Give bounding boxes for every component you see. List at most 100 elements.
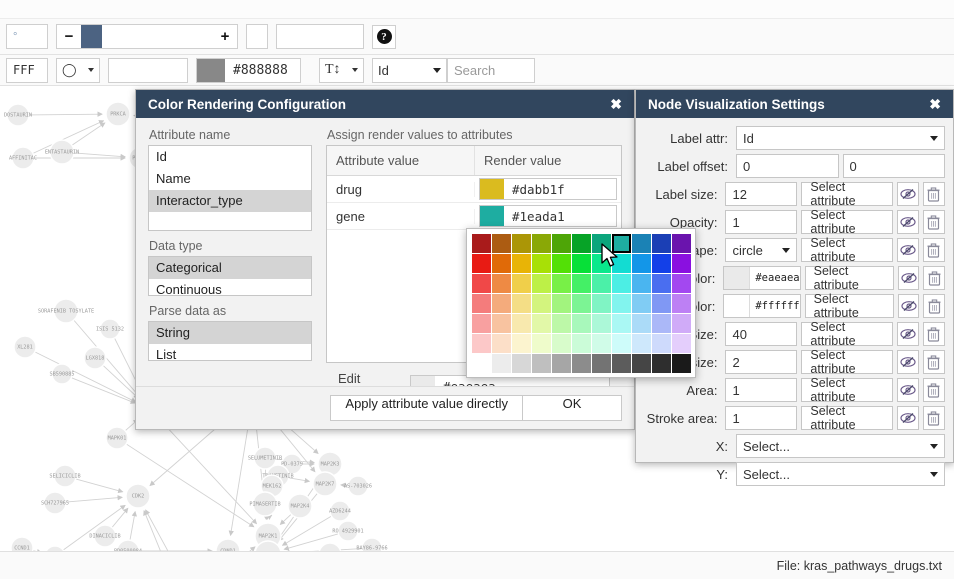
edge-color-field[interactable]: FFF [6, 57, 48, 83]
hide-toggle-button[interactable] [896, 350, 919, 374]
color-swatch-2-2[interactable] [511, 273, 531, 293]
color-swatch-6-8[interactable] [631, 353, 651, 373]
graph-node[interactable]: MAP2K7 [312, 471, 338, 497]
graph-node[interactable]: MAP2K4 [287, 493, 313, 519]
render-color-swatch[interactable] [480, 206, 504, 226]
dropdown-x[interactable]: Select... [736, 434, 945, 458]
zoom-slider[interactable]: − + [56, 24, 238, 49]
graph-node[interactable]: DOSTAURIN [4, 103, 32, 127]
graph-node[interactable]: MAPK01 [105, 426, 129, 450]
color-swatch-1-10[interactable] [671, 253, 691, 273]
hide-toggle-button[interactable] [896, 406, 919, 430]
delete-button[interactable] [923, 266, 946, 290]
input-stroke-size[interactable]: 2 [725, 350, 798, 374]
color-swatch-5-3[interactable] [531, 333, 551, 353]
color-swatch-4-9[interactable] [651, 313, 671, 333]
color-swatch-1-1[interactable] [491, 253, 511, 273]
graph-node[interactable]: CCND1 [10, 536, 34, 551]
graph-node[interactable]: SELICICLIB [49, 464, 81, 488]
color-swatch-5-1[interactable] [491, 333, 511, 353]
hide-toggle-button[interactable] [897, 294, 920, 318]
delete-button[interactable] [922, 238, 945, 262]
color-swatch-3-8[interactable] [631, 293, 651, 313]
color-swatch-1-6[interactable] [591, 253, 611, 273]
select-attribute-button-stroke-area[interactable]: Select attribute [801, 404, 893, 432]
color-swatch-4-4[interactable] [551, 313, 571, 333]
color-swatch-0-4[interactable] [551, 233, 571, 253]
angle-field[interactable]: ° [6, 24, 48, 49]
delete-button[interactable] [922, 182, 945, 206]
select-attribute-button-opacity[interactable]: Select attribute [801, 208, 893, 236]
dropdown-y[interactable]: Select... [736, 462, 945, 486]
parse-data-as-listbox[interactable]: String List [148, 321, 312, 362]
hide-toggle-button[interactable] [896, 378, 919, 402]
color-swatch-6-9[interactable] [651, 353, 671, 373]
graph-node[interactable]: PD0500084 [114, 539, 142, 551]
table-row[interactable]: gene #1eada1 [327, 203, 621, 230]
input-label-offset-y[interactable]: 0 [842, 154, 945, 178]
zoom-slider-track[interactable] [81, 25, 213, 48]
render-color-swatch[interactable] [480, 179, 504, 199]
color-swatch-5-5[interactable] [571, 333, 591, 353]
graph-node[interactable]: SORAFENIB TOSYLATE [38, 298, 94, 324]
color-swatch-5-4[interactable] [551, 333, 571, 353]
color-swatch-1-0[interactable] [471, 253, 491, 273]
color-swatch-0-0[interactable] [471, 233, 491, 253]
color-swatch-2-5[interactable] [571, 273, 591, 293]
render-color-field[interactable]: #1eada1 [479, 205, 617, 227]
text-size-dropdown[interactable]: T↕ [319, 57, 364, 83]
color-swatch-0-2[interactable] [511, 233, 531, 253]
delete-button[interactable] [922, 378, 945, 402]
color-swatch-0-8[interactable] [631, 233, 651, 253]
color-swatch-5-6[interactable] [591, 333, 611, 353]
graph-node[interactable]: SCH727965 [41, 491, 69, 515]
graph-node[interactable]: RO 4929901 [332, 520, 364, 542]
hide-toggle-button[interactable] [896, 322, 919, 346]
color-swatch-1-4[interactable] [551, 253, 571, 273]
graph-node[interactable]: LGX818 [83, 346, 107, 370]
color-swatch-0-6[interactable] [591, 233, 611, 253]
attribute-option-id[interactable]: Id [149, 146, 311, 168]
node-color-control[interactable]: #888888 [196, 57, 301, 83]
color-swatch-color[interactable] [724, 267, 751, 289]
color-swatch-6-4[interactable] [551, 353, 571, 373]
color-swatch-2-3[interactable] [531, 273, 551, 293]
color-swatch-4-3[interactable] [531, 313, 551, 333]
attribute-option-interactor_type[interactable]: Interactor_type [149, 190, 311, 212]
data-type-option-categorical[interactable]: Categorical [149, 257, 311, 279]
color-swatch-3-5[interactable] [571, 293, 591, 313]
color-field-color[interactable]: #eaeaea [723, 266, 801, 290]
color-swatch-1-5[interactable] [571, 253, 591, 273]
color-swatch-3-7[interactable] [611, 293, 631, 313]
color-swatch-2-4[interactable] [551, 273, 571, 293]
graph-node[interactable]: CDND1 [215, 538, 241, 551]
attribute-option-name[interactable]: Name [149, 168, 311, 190]
hide-toggle-button[interactable] [896, 238, 919, 262]
shape-dropdown[interactable]: ◯ [56, 57, 100, 83]
color-swatch-4-0[interactable] [471, 313, 491, 333]
graph-node[interactable]: DABRAFENIB MESYLATE [300, 542, 359, 551]
color-swatch-4-6[interactable] [591, 313, 611, 333]
color-dialog-titlebar[interactable]: Color Rendering Configuration ✖ [136, 90, 634, 118]
color-swatch-1-3[interactable] [531, 253, 551, 273]
help-button[interactable]: ? [372, 24, 396, 49]
color-picker-popup[interactable] [466, 228, 696, 378]
color-swatch-6-1[interactable] [491, 353, 511, 373]
apply-attribute-value-directly-button[interactable]: Apply attribute value directly [330, 395, 523, 421]
delete-button[interactable] [923, 294, 946, 318]
color-swatch-1-9[interactable] [651, 253, 671, 273]
input-size[interactable]: 40 [725, 322, 798, 346]
graph-node[interactable]: PRKCA [105, 101, 131, 127]
close-icon[interactable]: ✖ [929, 97, 941, 111]
color-swatch-6-5[interactable] [571, 353, 591, 373]
color-swatch-6-6[interactable] [591, 353, 611, 373]
color-swatch-4-1[interactable] [491, 313, 511, 333]
color-swatch-5-0[interactable] [471, 333, 491, 353]
table-row[interactable]: drug #dabb1f [327, 176, 621, 203]
color-swatch-0-1[interactable] [491, 233, 511, 253]
color-swatch-0-7[interactable] [611, 233, 631, 253]
search-box[interactable] [447, 57, 535, 83]
graph-node[interactable]: AFFINITAC [9, 146, 37, 170]
color-swatch-2-1[interactable] [491, 273, 511, 293]
node-dialog-titlebar[interactable]: Node Visualization Settings ✖ [636, 90, 953, 118]
